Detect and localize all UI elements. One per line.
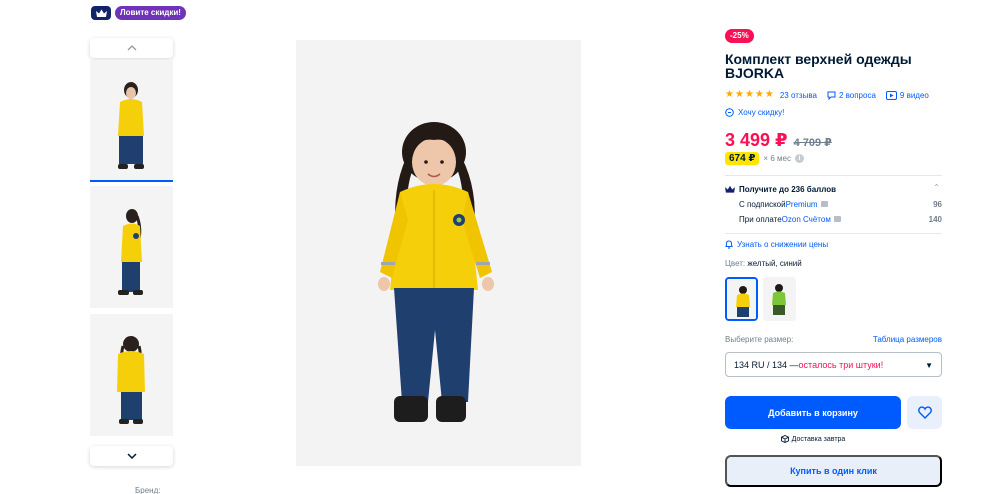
star-icon: ★ xyxy=(764,89,774,100)
color-label-prefix: Цвет: xyxy=(725,259,748,268)
star-icon: ★ xyxy=(744,89,754,100)
chevron-up-icon: ⌃ xyxy=(933,183,940,192)
size-label: Выберите размер: xyxy=(725,335,794,344)
heart-icon xyxy=(917,406,932,419)
favorite-button[interactable] xyxy=(907,396,942,429)
thumbnail-gallery xyxy=(90,38,173,469)
size-table-link[interactable]: Таблица размеров xyxy=(873,335,942,344)
product-title: Комплект верхней одежды BJORKA xyxy=(725,51,912,81)
thumbnail-3[interactable] xyxy=(90,314,173,436)
info-icon[interactable]: i xyxy=(794,154,804,163)
premium-link[interactable]: Premium xyxy=(786,200,818,209)
chevron-down-icon xyxy=(126,451,137,462)
divider xyxy=(725,175,942,176)
want-discount-label: Хочу скидку! xyxy=(738,108,785,117)
questions-link[interactable]: 2 вопроса xyxy=(827,91,876,100)
color-swatch-yellow[interactable] xyxy=(725,277,758,321)
questions-label: 2 вопроса xyxy=(838,90,876,100)
delivery-info: Доставка завтра xyxy=(725,435,901,443)
video-icon xyxy=(885,90,897,100)
thumbnail-image xyxy=(90,314,173,436)
caret-down-icon: ▼ xyxy=(925,361,933,370)
notify-label: Узнать о снижении цены xyxy=(737,240,829,249)
divider xyxy=(725,233,942,234)
videos-label: 9 видео xyxy=(899,90,929,100)
buy-one-click-button[interactable]: Купить в один клик xyxy=(725,455,942,487)
price-row: 3 499 ₽ 4 709 ₽ xyxy=(725,130,832,151)
points-ozon-prefix: При оплате xyxy=(739,214,782,224)
thumbnail-image xyxy=(90,60,173,180)
chevron-up-icon xyxy=(127,43,137,54)
want-discount-link[interactable]: Хочу скидку! xyxy=(725,108,784,117)
color-label: Цвет: желтый, синий xyxy=(725,259,802,268)
main-product-image[interactable] xyxy=(296,40,581,466)
points-title: Получите до 236 баллов xyxy=(739,184,837,194)
installment-price: 674 ₽ xyxy=(725,152,760,165)
swatch-image xyxy=(763,277,796,321)
promo-badge[interactable]: Ловите скидки! xyxy=(115,6,186,20)
points-ozon-row: При оплате Ozon Счётом 140 xyxy=(739,213,942,225)
reviews-link[interactable]: 23 отзыва xyxy=(780,91,817,100)
discount-badge: -25% xyxy=(725,29,754,43)
rating-stars[interactable]: ★ ★ ★ ★ ★ xyxy=(725,90,774,100)
star-icon: ★ xyxy=(734,89,744,100)
installment-row[interactable]: 674 ₽ × 6 мес i xyxy=(725,152,804,165)
box-icon xyxy=(780,435,789,443)
stock-warning: осталось три штуки! xyxy=(798,359,884,370)
crown-icon xyxy=(95,9,107,17)
installment-months: × 6 мес xyxy=(763,154,791,163)
star-icon: ★ xyxy=(754,89,764,100)
size-select[interactable]: 134 RU / 134 — осталось три штуки! ▼ xyxy=(725,352,942,377)
points-premium-prefix: С подпиской xyxy=(739,199,786,209)
gallery-down-button[interactable] xyxy=(90,446,173,466)
star-icon: ★ xyxy=(725,89,734,100)
bell-icon xyxy=(725,240,733,249)
color-swatch-green[interactable] xyxy=(763,277,796,321)
size-selected-value: 134 RU / 134 — xyxy=(734,359,799,370)
swatch-image xyxy=(727,279,756,319)
points-ozon-value: 140 xyxy=(928,214,942,224)
ozon-account-link[interactable]: Ozon Счётом xyxy=(782,215,831,224)
crown-badge[interactable] xyxy=(91,6,111,20)
points-premium-value: 96 xyxy=(933,199,942,209)
chat-icon xyxy=(827,91,836,100)
price-drop-notify[interactable]: Узнать о снижении цены xyxy=(725,240,828,249)
rating-row: ★ ★ ★ ★ ★ 23 отзыва 2 вопроса 9 видео xyxy=(725,89,942,101)
current-price: 3 499 ₽ xyxy=(725,130,788,150)
videos-link[interactable]: 9 видео xyxy=(885,90,929,100)
thumbnail-1[interactable] xyxy=(90,60,173,182)
points-header[interactable]: Получите до 236 баллов ⌃ xyxy=(725,183,942,195)
gallery-up-button[interactable] xyxy=(90,38,173,58)
color-value: желтый, синий xyxy=(747,259,802,268)
lock-icon xyxy=(833,216,841,222)
points-premium-row: С подпиской Premium 96 xyxy=(739,198,942,210)
thumbnail-image xyxy=(90,186,173,308)
delivery-label: Доставка завтра xyxy=(791,435,846,443)
add-to-cart-button[interactable]: Добавить в корзину xyxy=(725,396,901,429)
product-photo xyxy=(296,40,581,466)
thumbnail-2[interactable] xyxy=(90,186,173,308)
lock-icon xyxy=(820,201,828,207)
old-price: 4 709 ₽ xyxy=(793,137,832,149)
brand-label: Бренд: xyxy=(135,486,161,494)
crown-icon xyxy=(725,185,735,193)
chat-icon xyxy=(725,108,734,117)
